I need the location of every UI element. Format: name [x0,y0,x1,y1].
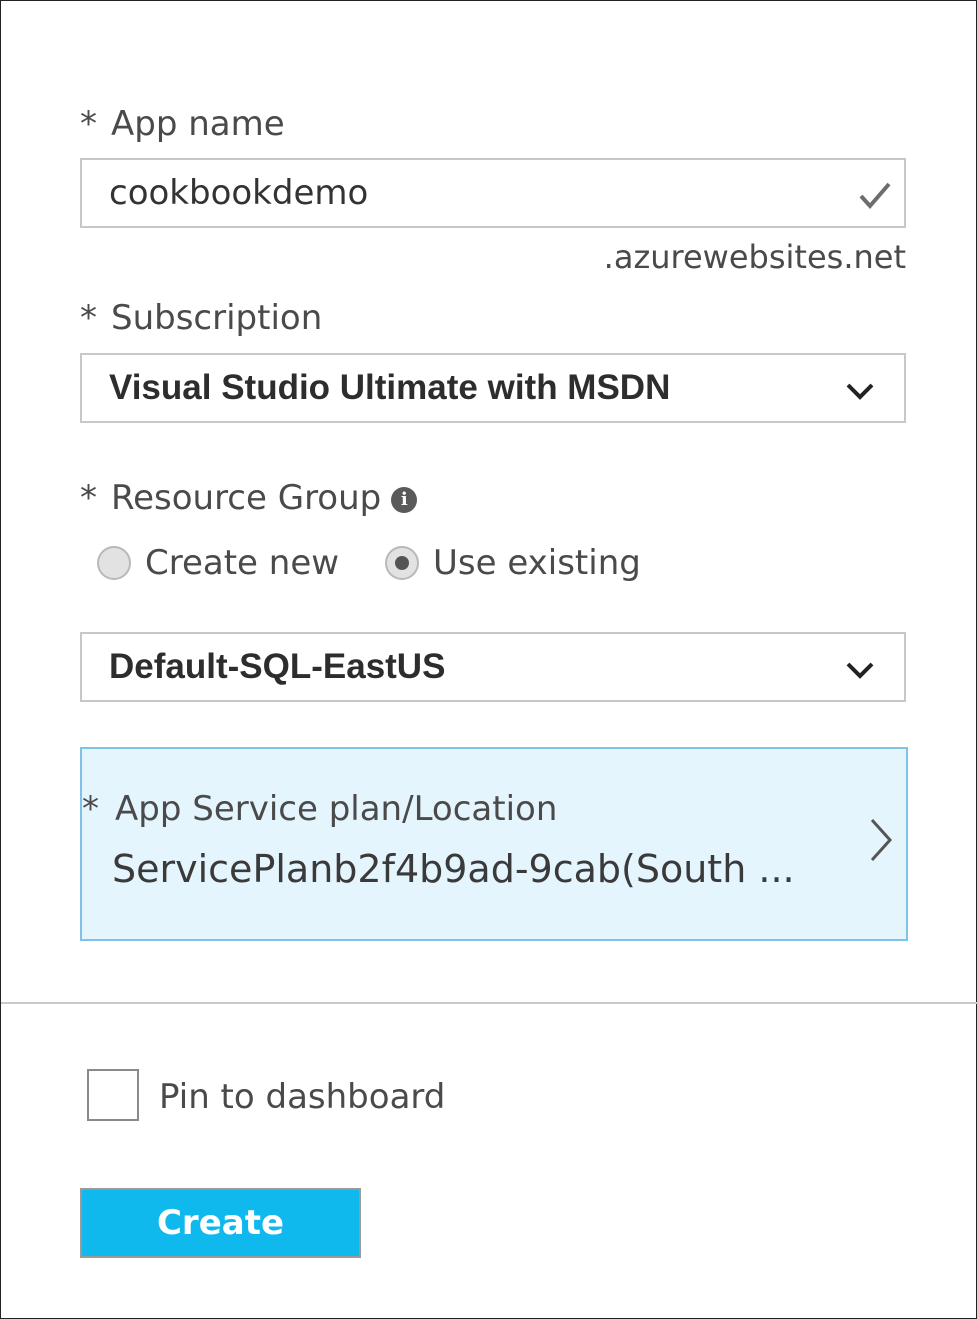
pin-to-dashboard-checkbox[interactable] [87,1069,139,1121]
required-asterisk: * [80,478,97,518]
required-asterisk: * [82,789,99,829]
app-name-label: * App name [80,104,285,144]
divider [1,1002,977,1004]
required-asterisk: * [80,298,97,338]
subscription-select[interactable]: Visual Studio Ultimate with MSDN [80,353,906,423]
app-name-input[interactable]: cookbookdemo [80,158,906,228]
required-asterisk: * [80,104,97,144]
subscription-label-text: Subscription [111,298,323,338]
resource-group-label-text: Resource Group [111,478,382,518]
app-name-value: cookbookdemo [109,173,369,213]
app-name-label-text: App name [111,104,285,144]
create-web-app-blade: * App name cookbookdemo .azurewebsites.ne… [0,0,977,1319]
app-service-plan-label-text: App Service plan/Location [115,789,558,829]
checkmark-icon [859,182,891,210]
info-icon[interactable]: i [391,487,418,513]
radio-create-new-label: Create new [145,543,340,583]
domain-suffix: .azurewebsites.net [603,238,906,276]
app-service-plan-selector[interactable]: * App Service plan/Location ServicePlanb2… [80,747,908,941]
resource-group-label: * Resource Group i [80,478,418,518]
app-service-plan-label: * App Service plan/Location [82,789,557,829]
subscription-label: * Subscription [80,298,322,338]
radio-use-existing-label: Use existing [433,543,641,583]
chevron-down-icon [846,383,874,400]
radio-button-selected[interactable] [385,546,419,580]
app-service-plan-value: ServicePlanb2f4b9ad-9cab(South ... [112,847,795,891]
subscription-value: Visual Studio Ultimate with MSDN [109,368,671,407]
create-button[interactable]: Create [80,1188,361,1258]
pin-to-dashboard-label[interactable]: Pin to dashboard [159,1077,445,1117]
resource-group-value: Default-SQL-EastUS [109,647,446,686]
radio-button[interactable] [97,546,131,580]
resource-group-select[interactable]: Default-SQL-EastUS [80,632,906,702]
chevron-right-icon [870,818,893,862]
radio-create-new[interactable]: Create new [97,541,339,585]
chevron-down-icon [846,662,874,679]
radio-use-existing[interactable]: Use existing [385,541,641,585]
